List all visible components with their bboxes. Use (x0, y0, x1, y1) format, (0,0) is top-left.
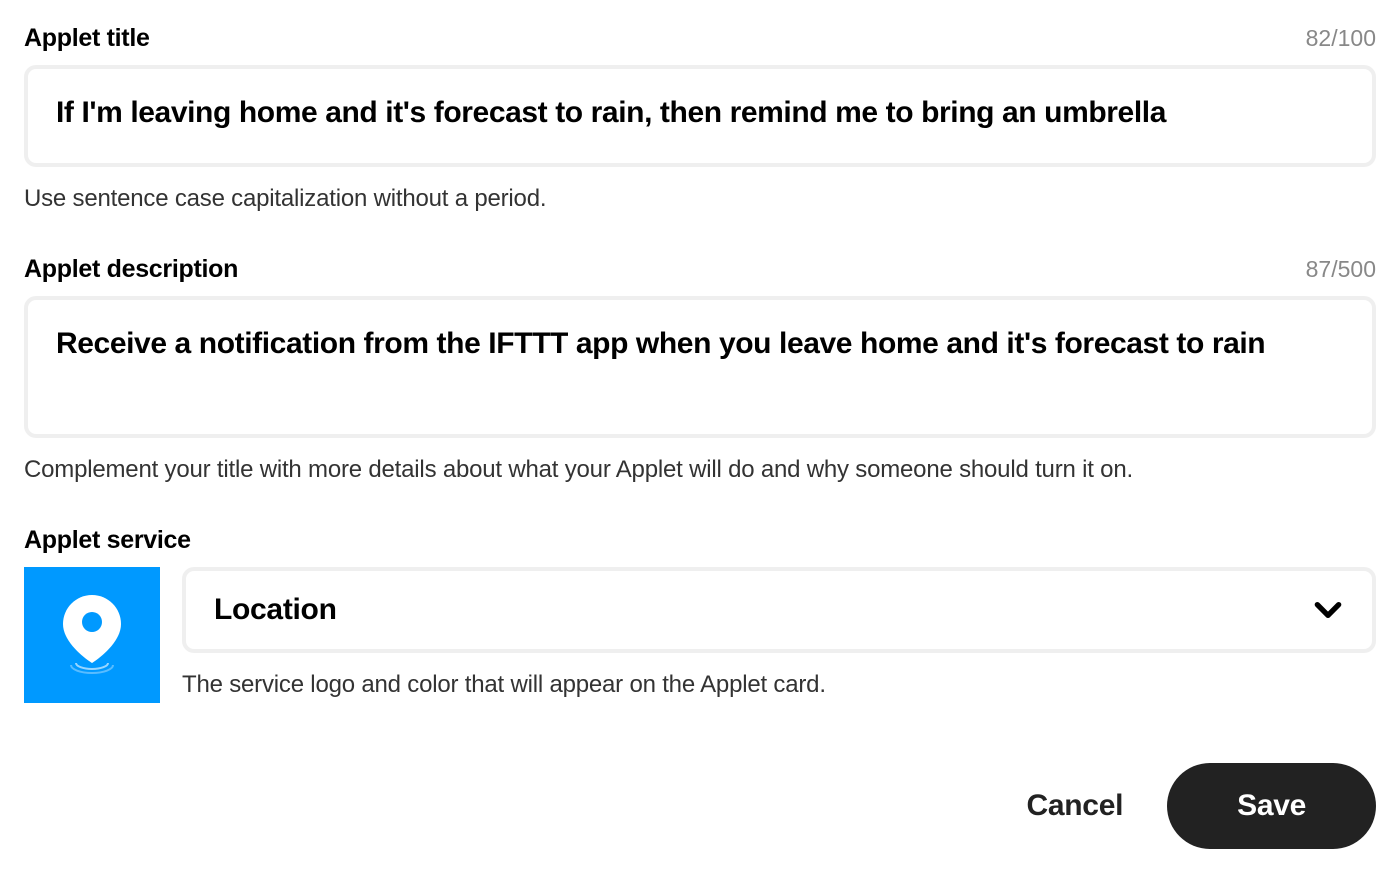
save-button[interactable]: Save (1167, 763, 1376, 849)
title-char-count: 82/100 (1306, 25, 1376, 52)
service-right: Location The service logo and color that… (182, 567, 1376, 699)
description-helper: Complement your title with more details … (24, 456, 1376, 484)
service-helper: The service logo and color that will app… (182, 671, 1376, 699)
description-char-count: 87/500 (1306, 256, 1376, 283)
title-label-row: Applet title 82/100 (24, 24, 1376, 53)
title-label: Applet title (24, 24, 150, 53)
title-input[interactable]: If I'm leaving home and it's forecast to… (28, 69, 1372, 158)
button-row: Cancel Save (24, 763, 1376, 849)
applet-title-section: Applet title 82/100 If I'm leaving home … (24, 24, 1376, 213)
service-select-value: Location (214, 593, 337, 627)
description-label-row: Applet description 87/500 (24, 255, 1376, 284)
chevron-down-icon (1312, 594, 1344, 626)
cancel-button[interactable]: Cancel (1027, 789, 1124, 823)
service-icon-box (24, 567, 160, 703)
title-helper: Use sentence case capitalization without… (24, 185, 1376, 213)
service-row: Location The service logo and color that… (24, 567, 1376, 703)
service-select[interactable]: Location (182, 567, 1376, 653)
description-input-wrap: Receive a notification from the IFTTT ap… (24, 296, 1376, 438)
applet-service-section: Applet service Location The service logo… (24, 526, 1376, 703)
description-label: Applet description (24, 255, 238, 284)
applet-description-section: Applet description 87/500 Receive a noti… (24, 255, 1376, 484)
service-label: Applet service (24, 526, 191, 555)
location-pin-icon (63, 595, 121, 675)
title-input-wrap: If I'm leaving home and it's forecast to… (24, 65, 1376, 167)
description-input[interactable]: Receive a notification from the IFTTT ap… (28, 300, 1372, 429)
service-label-row: Applet service (24, 526, 1376, 555)
